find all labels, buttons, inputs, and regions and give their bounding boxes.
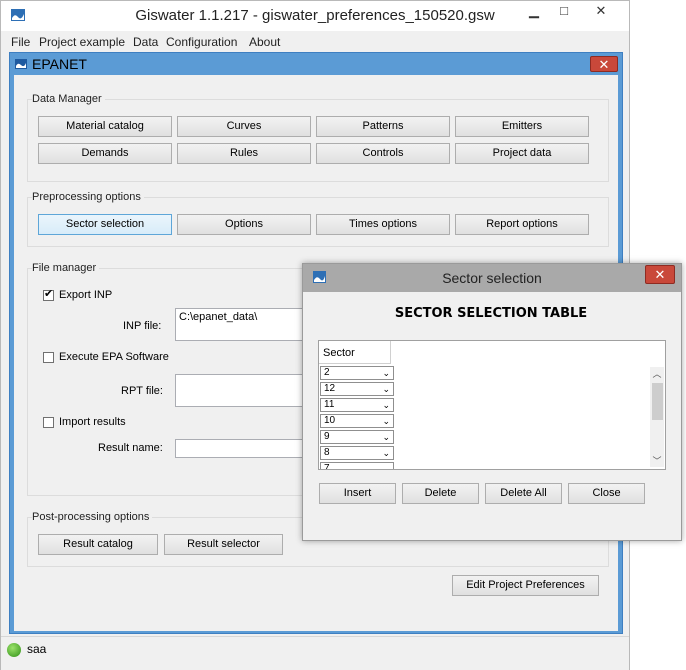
curves-button[interactable]: Curves	[177, 116, 311, 137]
sector-value: 10	[324, 415, 336, 426]
post-processing-label: Post-processing options	[32, 511, 153, 523]
report-options-button[interactable]: Report options	[455, 214, 589, 235]
result-catalog-button[interactable]: Result catalog	[38, 534, 158, 555]
edit-project-preferences-button[interactable]: Edit Project Preferences	[452, 575, 599, 596]
export-inp-label: Export INP	[59, 289, 113, 301]
sector-column-header[interactable]: Sector	[319, 341, 391, 364]
dialog-close-button[interactable]: ✕	[645, 265, 675, 284]
sector-value: 2	[324, 367, 330, 378]
chevron-down-icon[interactable]: ⌄	[382, 384, 390, 394]
chevron-down-icon[interactable]: ⌄	[382, 432, 390, 442]
sector-row[interactable]: 9 ⌄	[320, 430, 394, 444]
table-scrollbar[interactable]: ︿ ﹀	[650, 367, 664, 467]
sector-value: 8	[324, 447, 330, 458]
import-results-label: Import results	[59, 416, 126, 428]
chevron-down-icon[interactable]: ⌄	[382, 464, 390, 469]
menu-file[interactable]: File	[11, 35, 30, 49]
sector-row[interactable]: 10 ⌄	[320, 414, 394, 428]
menu-about[interactable]: About	[249, 35, 280, 49]
sector-value: 9	[324, 431, 330, 442]
chevron-down-icon[interactable]: ⌄	[382, 368, 390, 378]
title-bar[interactable]: Giswater 1.1.217 - giswater_preferences_…	[1, 1, 629, 31]
sector-value: 11	[324, 399, 335, 410]
sector-table[interactable]: Sector 2 ⌄ 12 ⌄ 11 ⌄ 10 ⌄ 9 ⌄ 8 ⌄ 7 ⌄ ︿ ﹀	[318, 340, 666, 470]
close-button[interactable]: Close	[568, 483, 645, 504]
emitters-button[interactable]: Emitters	[455, 116, 589, 137]
dialog-content: SECTOR SELECTION TABLE Sector 2 ⌄ 12 ⌄ 11 ⌄…	[309, 294, 673, 534]
sector-row[interactable]: 12 ⌄	[320, 382, 394, 396]
rules-button[interactable]: Rules	[177, 143, 311, 164]
sector-value: 12	[324, 383, 336, 394]
dialog-title-bar[interactable]: Sector selection ✕	[303, 264, 681, 292]
sector-row[interactable]: 2 ⌄	[320, 366, 394, 380]
delete-button[interactable]: Delete	[402, 483, 479, 504]
export-inp-checkbox[interactable]: ✔	[43, 288, 54, 301]
sector-selection-dialog: Sector selection ✕ SECTOR SELECTION TABL…	[302, 263, 682, 541]
epanet-title-bar[interactable]: EPANET ✕	[10, 53, 622, 75]
material-catalog-button[interactable]: Material catalog	[38, 116, 172, 137]
checkmark-icon: ✔	[44, 288, 54, 300]
scroll-down-icon[interactable]: ﹀	[650, 454, 664, 467]
epanet-app-icon	[15, 59, 27, 69]
epanet-close-button[interactable]: ✕	[590, 56, 618, 72]
demands-button[interactable]: Demands	[38, 143, 172, 164]
sector-row[interactable]: 7 ⌄	[320, 462, 394, 470]
status-text: saa	[27, 642, 47, 656]
rpt-file-label: RPT file:	[121, 385, 163, 397]
result-name-label: Result name:	[98, 442, 163, 454]
project-data-button[interactable]: Project data	[455, 143, 589, 164]
menu-bar: File Project example Data Configuration …	[1, 32, 629, 52]
chevron-down-icon[interactable]: ⌄	[382, 448, 390, 458]
scroll-up-icon[interactable]: ︿	[650, 367, 664, 380]
scrollbar-thumb[interactable]	[652, 383, 663, 420]
menu-data[interactable]: Data	[133, 35, 158, 49]
inp-file-label: INP file:	[123, 320, 162, 332]
data-manager-group	[27, 99, 609, 182]
sector-row[interactable]: 11 ⌄	[320, 398, 394, 412]
sector-value: 7	[324, 463, 330, 470]
status-bar: saa	[1, 636, 629, 670]
maximize-button[interactable]: □	[549, 3, 579, 23]
sector-table-heading: SECTOR SELECTION TABLE	[394, 306, 588, 321]
insert-button[interactable]: Insert	[319, 483, 396, 504]
data-manager-label: Data Manager	[32, 93, 105, 105]
chevron-down-icon[interactable]: ⌄	[382, 400, 390, 410]
chevron-down-icon[interactable]: ⌄	[382, 416, 390, 426]
minimize-button[interactable]: ▁	[519, 3, 549, 23]
options-button[interactable]: Options	[177, 214, 311, 235]
execute-epa-label: Execute EPA Software	[59, 351, 169, 363]
result-selector-button[interactable]: Result selector	[164, 534, 283, 555]
execute-epa-checkbox[interactable]	[43, 352, 54, 363]
menu-configuration[interactable]: Configuration	[166, 35, 237, 49]
sector-selection-button[interactable]: Sector selection	[38, 214, 172, 235]
dialog-title: Sector selection	[442, 270, 542, 286]
delete-all-button[interactable]: Delete All	[485, 483, 562, 504]
menu-project-example[interactable]: Project example	[39, 35, 125, 49]
patterns-button[interactable]: Patterns	[316, 116, 450, 137]
import-results-checkbox[interactable]	[43, 417, 54, 428]
preprocessing-label: Preprocessing options	[32, 191, 144, 203]
file-manager-label: File manager	[32, 262, 100, 274]
times-options-button[interactable]: Times options	[316, 214, 450, 235]
epanet-title: EPANET	[32, 56, 87, 72]
window-close-button[interactable]: ✕	[586, 3, 616, 23]
sector-row[interactable]: 8 ⌄	[320, 446, 394, 460]
status-indicator-icon	[7, 643, 21, 657]
controls-button[interactable]: Controls	[316, 143, 450, 164]
